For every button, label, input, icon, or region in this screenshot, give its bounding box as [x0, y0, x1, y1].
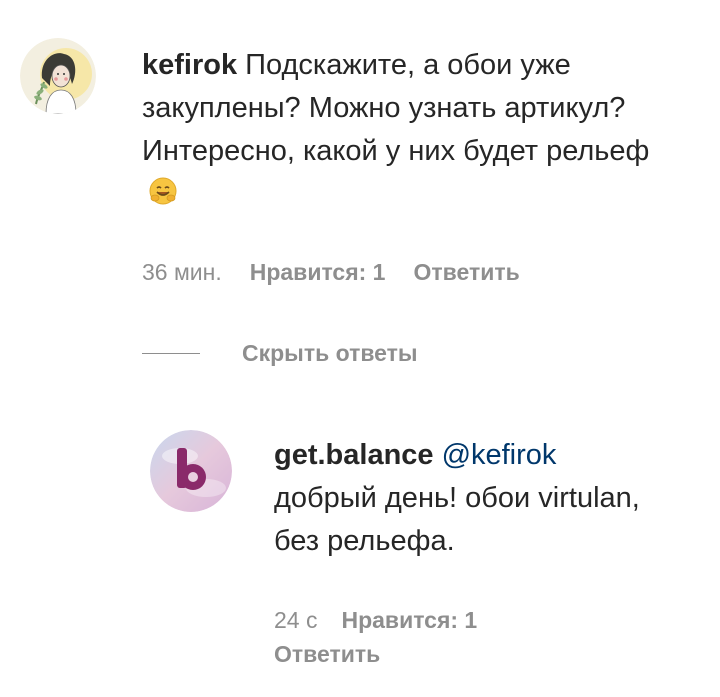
comment-reply-button[interactable]: Ответить — [413, 259, 519, 286]
comment-username[interactable]: kefirok — [142, 49, 237, 81]
divider-line — [142, 353, 200, 354]
reply-meta: 24 с Нравится: 1 Ответить — [274, 603, 674, 671]
hugging-face-emoji-icon — [148, 176, 178, 219]
user-illustration-avatar-icon — [20, 38, 96, 114]
reply-body: get.balance @kefirok добрый день! обои vir… — [274, 430, 674, 671]
comment: kefirok Подскажите, а обои уже закуплены?… — [20, 38, 700, 286]
replier-avatar[interactable] — [150, 430, 232, 512]
reply-text: добрый день! обои virtulan, без рельефа. — [274, 482, 640, 557]
b-letter-logo-avatar-icon — [150, 430, 232, 512]
commenter-avatar[interactable] — [20, 38, 96, 114]
reply-timestamp: 24 с — [274, 607, 318, 633]
reply-likes-count[interactable]: Нравится: 1 — [341, 607, 477, 633]
reply-username[interactable]: get.balance — [274, 439, 434, 471]
comment-meta: 36 мин. Нравится: 1 Ответить — [142, 259, 682, 286]
comment-likes-count[interactable]: Нравится: 1 — [250, 259, 386, 286]
reply-comment: get.balance @kefirok добрый день! обои vir… — [150, 430, 690, 671]
hide-replies-toggle[interactable]: Скрыть ответы — [142, 340, 418, 367]
comment-timestamp: 36 мин. — [142, 259, 222, 285]
comment-body: kefirok Подскажите, а обои уже закуплены?… — [142, 38, 682, 286]
reply-mention-link[interactable]: @kefirok — [442, 439, 557, 471]
hide-replies-label: Скрыть ответы — [242, 340, 418, 366]
reply-text-block: get.balance @kefirok добрый день! обои vir… — [274, 434, 674, 563]
reply-reply-button[interactable]: Ответить — [274, 637, 674, 671]
comment-text-block: kefirok Подскажите, а обои уже закуплены?… — [142, 44, 682, 219]
